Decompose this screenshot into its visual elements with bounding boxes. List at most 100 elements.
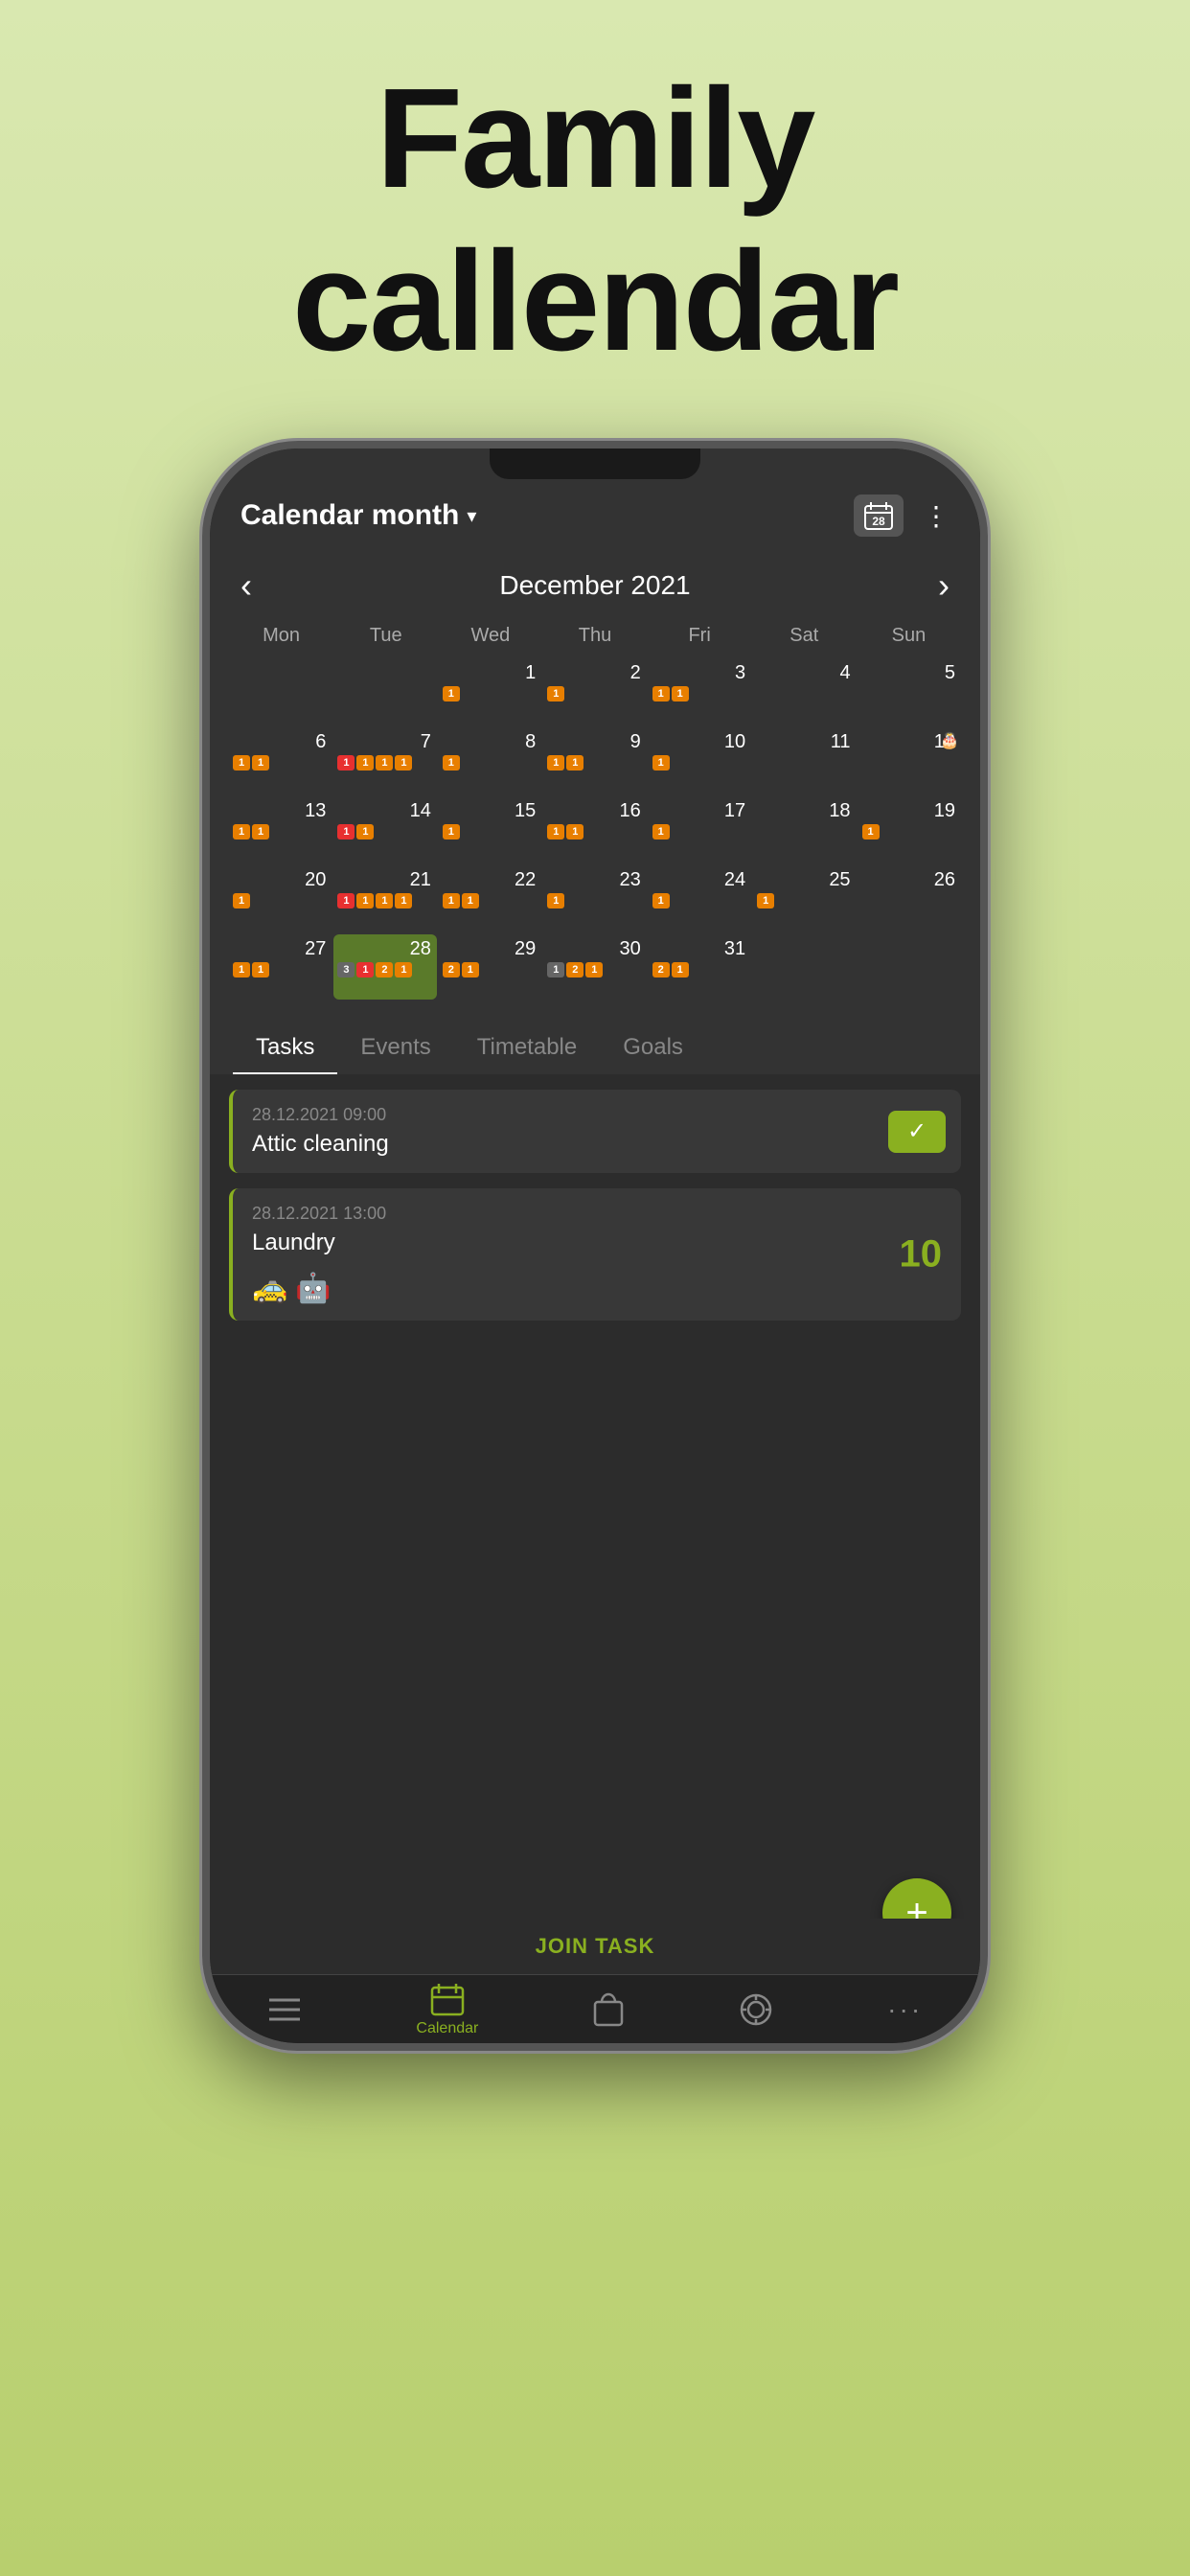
hero-line2: callendar — [292, 220, 898, 383]
cell-number: 3 — [652, 662, 747, 684]
cell-number: 26 — [862, 869, 957, 891]
cell-number: 16 — [547, 800, 642, 822]
cal-cell[interactable]: 171 — [649, 796, 751, 862]
month-year-label: December 2021 — [499, 570, 690, 601]
cell-badges: 11 — [547, 824, 642, 840]
view-title[interactable]: Calendar month — [240, 499, 459, 532]
join-task-label[interactable]: JOIN TASK — [536, 1934, 655, 1958]
cell-badges: 121 — [547, 962, 642, 978]
task-badge: 1 — [356, 755, 374, 770]
cal-cell[interactable]: 14 11 — [333, 796, 436, 862]
cal-cell[interactable]: 🎂12 — [858, 727, 961, 793]
cal-cell[interactable]: 611 — [229, 727, 332, 793]
nav-item-calendar[interactable]: Calendar — [416, 1982, 478, 2037]
cal-cell[interactable]: 18 — [753, 796, 856, 862]
cal-cell[interactable]: 1311 — [229, 796, 332, 862]
cal-cell[interactable]: 241 — [649, 865, 751, 931]
calendar-grid: Mon Tue Wed Thu Fri Sat Sun 112131145611… — [210, 621, 980, 1015]
cal-cell[interactable] — [858, 934, 961, 1000]
day-sat: Sat — [752, 621, 857, 651]
calendar-day-button[interactable]: 28 — [854, 494, 904, 537]
tab-goals[interactable]: Goals — [600, 1023, 706, 1074]
task-badge: 2 — [566, 962, 584, 978]
task-badge: 1 — [547, 893, 564, 908]
task-badge: 1 — [356, 824, 374, 840]
cell-badges: 1 — [443, 755, 538, 770]
task-badge: 1 — [672, 686, 689, 702]
task-badge: 1 — [652, 755, 670, 770]
cal-cell[interactable]: 5 — [858, 658, 961, 724]
cal-cell[interactable]: 251 — [753, 865, 856, 931]
cell-badges: 11 — [233, 755, 328, 770]
shop-icon — [593, 1992, 624, 2027]
tab-events[interactable]: Events — [337, 1023, 453, 1074]
calendar-nav-icon — [430, 1982, 465, 2016]
task-badge: 1 — [252, 962, 269, 978]
cal-cell[interactable]: 151 — [439, 796, 541, 862]
task-badge: 2 — [376, 962, 393, 978]
cal-cell[interactable]: 2711 — [229, 934, 332, 1000]
cal-cell[interactable] — [753, 934, 856, 1000]
nav-item-shop[interactable] — [593, 1992, 624, 2027]
next-month-button[interactable]: › — [938, 565, 950, 606]
cal-cell[interactable]: 2921 — [439, 934, 541, 1000]
cell-number: 22 — [443, 869, 538, 891]
cell-number: 31 — [652, 938, 747, 960]
cal-cell[interactable] — [333, 658, 436, 724]
cal-cell[interactable]: 283121 — [333, 934, 436, 1000]
cal-cell[interactable]: 30121 — [543, 934, 646, 1000]
cal-cell[interactable]: 3 11 — [649, 658, 751, 724]
cell-badges: 1111 — [337, 893, 432, 908]
task-1-check-button[interactable]: ✓ — [888, 1111, 946, 1153]
cal-cell[interactable]: 71111 — [333, 727, 436, 793]
tab-tasks[interactable]: Tasks — [233, 1023, 337, 1074]
cal-cell[interactable]: 231 — [543, 865, 646, 931]
cell-badges: 1111 — [337, 755, 432, 770]
cal-cell[interactable]: 201 — [229, 865, 332, 931]
cal-cell[interactable]: 1611 — [543, 796, 646, 862]
task-badge: 1 — [547, 686, 564, 702]
task-card-1: 28.12.2021 09:00 Attic cleaning ✓ — [229, 1090, 961, 1173]
cal-cell[interactable]: 911 — [543, 727, 646, 793]
cell-number: 14 — [337, 800, 432, 822]
target-icon — [739, 1992, 773, 2027]
task-badge: 1 — [443, 893, 460, 908]
cal-cell[interactable]: 101 — [649, 727, 751, 793]
cal-cell[interactable]: 11 — [439, 658, 541, 724]
cell-badges: 11 — [652, 686, 747, 702]
task-badge: 1 — [462, 962, 479, 978]
tab-timetable[interactable]: Timetable — [454, 1023, 600, 1074]
cell-number: 25 — [757, 869, 852, 891]
task-badge: 1 — [395, 755, 412, 770]
cal-cell[interactable]: 191 — [858, 796, 961, 862]
task-badge: 1 — [395, 893, 412, 908]
cell-number: 9 — [547, 731, 642, 753]
cal-cell[interactable]: 26 — [858, 865, 961, 931]
cal-cell[interactable]: 11 — [753, 727, 856, 793]
nav-item-menu[interactable] — [267, 1996, 302, 2023]
task-badge: 1 — [356, 962, 374, 978]
cal-cell[interactable]: 81 — [439, 727, 541, 793]
more-options-icon[interactable]: ⋮ — [923, 500, 950, 532]
nav-item-more[interactable]: ··· — [887, 1994, 923, 2025]
task-badge: 1 — [233, 893, 250, 908]
phone-mockup: Calendar month ▾ 28 ⋮ — [202, 441, 988, 2453]
cal-cell[interactable]: 3121 — [649, 934, 751, 1000]
dropdown-arrow-icon[interactable]: ▾ — [467, 504, 476, 528]
cell-number: 13 — [233, 800, 328, 822]
cell-badges: 11 — [337, 824, 432, 840]
cell-number: 19 — [862, 800, 957, 822]
cal-week-2: 611711118191110111🎂12 — [229, 727, 961, 793]
cal-cell[interactable] — [229, 658, 332, 724]
cal-cell[interactable]: 211111 — [333, 865, 436, 931]
phone-shell: Calendar month ▾ 28 ⋮ — [202, 441, 988, 2051]
cell-number: 4 — [757, 662, 852, 684]
task-badge: 1 — [443, 824, 460, 840]
task-badge: 1 — [547, 824, 564, 840]
prev-month-button[interactable]: ‹ — [240, 565, 252, 606]
nav-item-target[interactable] — [739, 1992, 773, 2027]
cal-cell[interactable]: 4 — [753, 658, 856, 724]
cal-cell[interactable]: 21 — [543, 658, 646, 724]
cal-cell[interactable]: 2211 — [439, 865, 541, 931]
task-badge: 1 — [233, 824, 250, 840]
